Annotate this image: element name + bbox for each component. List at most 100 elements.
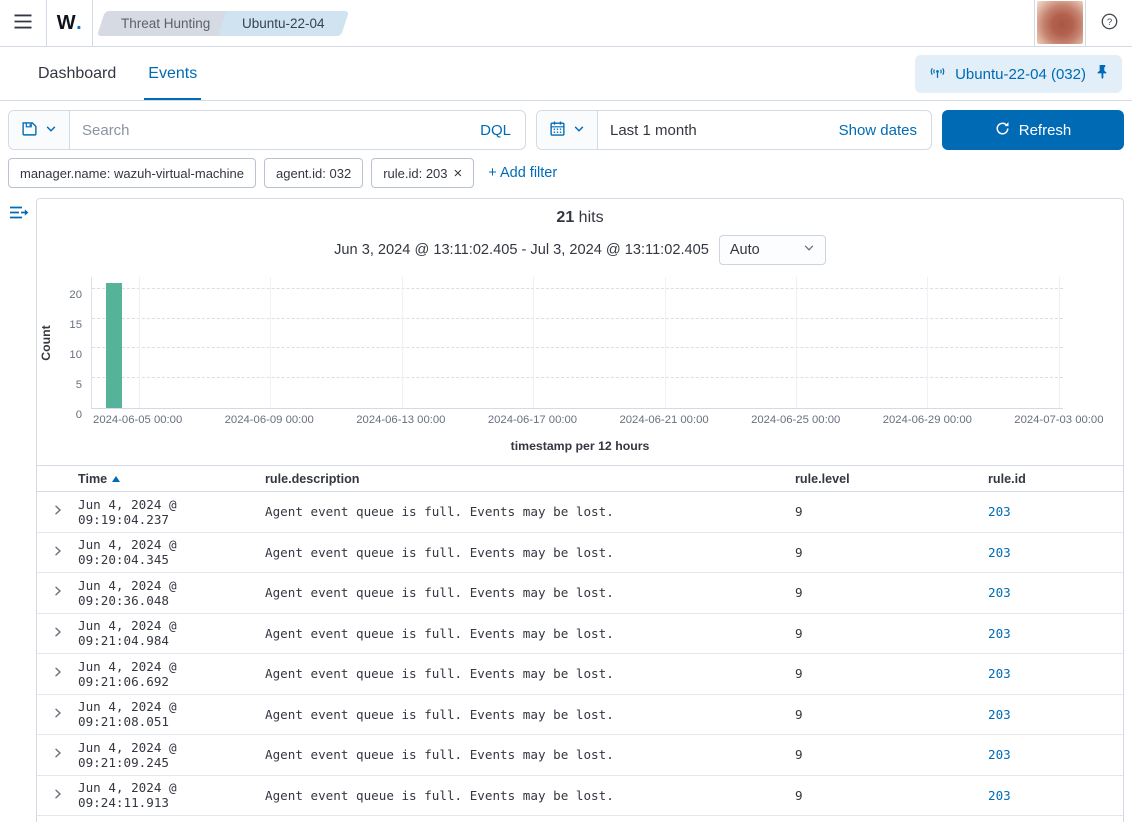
- y-gridline: [92, 347, 1063, 349]
- x-axis: 2024-06-05 00:00 2024-06-09 00:00 2024-06-…: [37, 409, 1123, 432]
- histogram-bar[interactable]: [105, 282, 123, 408]
- cell-time: Jun 4, 2024 @ 09:19:04.237: [78, 496, 177, 527]
- breadcrumb-label: Threat Hunting: [121, 15, 211, 31]
- cell-rule-id-link[interactable]: 203: [988, 707, 1123, 722]
- pin-icon[interactable]: [1095, 64, 1108, 84]
- y-tick-label: 5: [75, 379, 82, 392]
- row-expand-button[interactable]: [37, 788, 78, 803]
- cell-time: Jun 4, 2024 @ 09:21:06.692: [78, 658, 177, 689]
- cell-time: Jun 4, 2024 @ 09:20:04.345: [78, 537, 177, 568]
- avatar[interactable]: [1037, 1, 1083, 44]
- table-row: Jun 4, 2024 @ 09:19:04.237 Agent event qu…: [37, 492, 1123, 533]
- refresh-icon: [995, 121, 1010, 140]
- reporting-sidebar-toggle-button[interactable]: [6, 202, 32, 226]
- chevron-right-icon: [52, 626, 64, 641]
- x-tick-label: 2024-06-25 00:00: [751, 414, 841, 426]
- column-label: rule.level: [795, 471, 850, 486]
- refresh-button[interactable]: Refresh: [942, 110, 1124, 150]
- chevron-right-icon: [52, 788, 64, 803]
- interval-select[interactable]: Auto: [718, 235, 826, 265]
- tab-dashboard[interactable]: Dashboard: [22, 47, 132, 100]
- x-gridline: [401, 277, 403, 408]
- chevron-right-icon: [52, 585, 64, 600]
- hamburger-menu-button[interactable]: [0, 0, 46, 46]
- cell-time: Jun 4, 2024 @ 09:21:09.245: [78, 739, 177, 770]
- filter-pill-label: rule.id: 203: [383, 165, 448, 181]
- table-body: Jun 4, 2024 @ 09:19:04.237 Agent event qu…: [37, 492, 1123, 816]
- column-label: rule.id: [988, 471, 1026, 486]
- cell-rule-id-link[interactable]: 203: [988, 545, 1123, 560]
- x-gridline: [270, 277, 272, 408]
- chevron-right-icon: [52, 747, 64, 762]
- filter-pill-label: agent.id: 032: [276, 165, 352, 181]
- table-row: Jun 4, 2024 @ 09:21:04.984 Agent event qu…: [37, 613, 1123, 654]
- row-expand-button[interactable]: [37, 747, 78, 762]
- cell-rule-level: 9: [795, 504, 803, 520]
- column-header-rule-level[interactable]: rule.level: [795, 472, 988, 486]
- cell-rule-id-link[interactable]: 203: [988, 666, 1123, 681]
- save-icon: [21, 120, 38, 140]
- saved-queries-button[interactable]: [9, 111, 70, 149]
- cell-rule-id-link[interactable]: 203: [988, 626, 1123, 641]
- wazuh-logo[interactable]: W.: [47, 0, 92, 46]
- filter-remove-icon[interactable]: ×: [454, 166, 463, 181]
- chart-range-row: Jun 3, 2024 @ 13:11:02.405 - Jul 3, 2024…: [37, 235, 1123, 265]
- row-expand-button[interactable]: [37, 626, 78, 641]
- filter-pill-label: manager.name: wazuh-virtual-machine: [20, 165, 244, 181]
- chevron-right-icon: [52, 545, 64, 560]
- row-expand-button[interactable]: [37, 707, 78, 722]
- add-filter-button[interactable]: + Add filter: [482, 165, 563, 181]
- cell-rule-id-link[interactable]: 203: [988, 788, 1123, 803]
- x-gridline: [795, 277, 797, 408]
- x-tick-label: 2024-06-13 00:00: [356, 414, 446, 426]
- filter-pill[interactable]: manager.name: wazuh-virtual-machine: [8, 158, 256, 188]
- query-bar: DQL Last 1 month Show dates Refresh: [0, 101, 1132, 156]
- row-expand-button[interactable]: [37, 504, 78, 519]
- filter-pill[interactable]: rule.id: 203 ×: [371, 158, 475, 188]
- x-gridline: [1058, 277, 1060, 408]
- cell-rule-level: 9: [795, 666, 803, 682]
- hits-summary: 21 hits: [37, 199, 1123, 227]
- row-expand-button[interactable]: [37, 666, 78, 681]
- cell-rule-description: Agent event queue is full. Events may be…: [265, 585, 614, 601]
- events-histogram: Count 0 5 10 15 20: [37, 277, 1123, 421]
- tab-events[interactable]: Events: [132, 47, 213, 100]
- date-quick-select-button[interactable]: [537, 111, 598, 149]
- cell-rule-description: Agent event queue is full. Events may be…: [265, 787, 614, 803]
- cell-rule-description: Agent event queue is full. Events may be…: [265, 625, 614, 641]
- chevron-right-icon: [52, 666, 64, 681]
- cell-rule-level: 9: [795, 585, 803, 601]
- row-expand-button[interactable]: [37, 585, 78, 600]
- cell-rule-id-link[interactable]: 203: [988, 504, 1123, 519]
- table-row: Jun 4, 2024 @ 09:24:11.913 Agent event qu…: [37, 775, 1123, 816]
- query-language-button[interactable]: DQL: [466, 122, 525, 139]
- cell-rule-level: 9: [795, 747, 803, 763]
- date-range-value[interactable]: Last 1 month: [598, 122, 825, 139]
- cell-rule-level: 9: [795, 544, 803, 560]
- agent-selector-badge[interactable]: Ubuntu-22-04 (032): [915, 55, 1122, 93]
- breadcrumb-label: Ubuntu-22-04: [242, 15, 325, 31]
- search-control: DQL: [8, 110, 526, 150]
- breadcrumb[interactable]: Ubuntu-22-04: [218, 10, 349, 36]
- help-button[interactable]: ?: [1086, 0, 1132, 46]
- search-input[interactable]: [70, 121, 467, 139]
- x-tick-label: 2024-06-09 00:00: [224, 414, 314, 426]
- chevron-down-icon: [803, 242, 815, 258]
- events-panel: 21 hits Jun 3, 2024 @ 13:11:02.405 - Jul…: [36, 198, 1124, 822]
- column-header-time[interactable]: Time: [78, 472, 265, 486]
- column-header-rule-id[interactable]: rule.id: [988, 472, 1123, 486]
- cell-rule-id-link[interactable]: 203: [988, 585, 1123, 600]
- avatar-container: [1034, 0, 1086, 46]
- y-gridline: [92, 317, 1063, 319]
- chevron-right-icon: [52, 504, 64, 519]
- column-header-rule-description[interactable]: rule.description: [265, 472, 795, 486]
- row-expand-button[interactable]: [37, 545, 78, 560]
- filter-pill[interactable]: agent.id: 032: [264, 158, 364, 188]
- topbar-divider: [92, 0, 93, 46]
- cell-rule-id-link[interactable]: 203: [988, 747, 1123, 762]
- cell-rule-description: Agent event queue is full. Events may be…: [265, 666, 614, 682]
- breadcrumb[interactable]: Threat Hunting: [96, 10, 235, 36]
- show-dates-button[interactable]: Show dates: [825, 122, 931, 139]
- cell-time: Jun 4, 2024 @ 09:21:08.051: [78, 699, 177, 730]
- date-picker-control: Last 1 month Show dates: [536, 110, 932, 150]
